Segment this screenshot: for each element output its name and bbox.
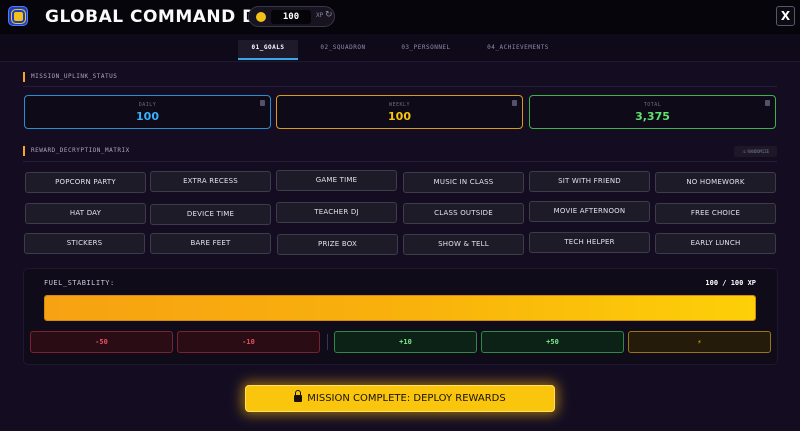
reward-tech-helper[interactable]: TECH HELPER xyxy=(529,232,650,253)
divider xyxy=(23,86,777,87)
close-button[interactable]: X xyxy=(776,6,795,26)
tab-personnel[interactable]: 03_PERSONNEL xyxy=(390,40,462,60)
reset-icon[interactable]: ↻ xyxy=(325,10,333,20)
reward-show-and-tell[interactable]: SHOW & TELL xyxy=(403,234,524,255)
reward-stickers[interactable]: STICKERS xyxy=(24,233,145,254)
bolt-icon[interactable]: ⚡ xyxy=(628,331,771,353)
reward-sit-with-friend[interactable]: SIT WITH FRIEND xyxy=(529,171,650,192)
xp-unit-label: XP xyxy=(316,12,324,19)
tab-squadron[interactable]: 02_SQUADRON xyxy=(310,40,376,60)
save-icon xyxy=(765,100,770,106)
reward-class-outside[interactable]: CLASS OUTSIDE xyxy=(403,203,524,224)
fuel-progress-fill xyxy=(45,296,755,320)
reward-teacher-dj[interactable]: TEACHER DJ xyxy=(276,202,397,223)
reward-free-choice[interactable]: FREE CHOICE xyxy=(655,203,776,224)
divider xyxy=(23,161,777,162)
chip-logo-icon xyxy=(8,6,28,26)
tab-bar: 01_GOALS 02_SQUADRON 03_PERSONNEL 04_ACH… xyxy=(0,34,800,62)
weekly-stat-card: WEEKLY 100 xyxy=(276,95,523,129)
top-bar: GLOBAL COMMAND DECK 100 XP ↻ X xyxy=(0,0,800,34)
xp-value: 100 xyxy=(271,10,311,24)
reward-popcorn-party[interactable]: POPCORN PARTY xyxy=(25,172,146,193)
deploy-rewards-button[interactable]: MISSION COMPLETE: DEPLOY REWARDS xyxy=(245,385,555,412)
total-label: TOTAL xyxy=(643,102,662,108)
weekly-value: 100 xyxy=(388,110,411,123)
weekly-label: WEEKLY xyxy=(388,102,411,108)
minus-50-button[interactable]: -50 xyxy=(30,331,173,353)
reward-game-time[interactable]: GAME TIME xyxy=(276,170,397,191)
fuel-progress-bar xyxy=(44,295,756,321)
reward-music-in-class[interactable]: MUSIC IN CLASS xyxy=(403,172,524,193)
fuel-label: FUEL_STABILITY: xyxy=(44,279,115,287)
reward-prize-box[interactable]: PRIZE BOX xyxy=(277,234,398,255)
total-stat-card: TOTAL 3,375 xyxy=(529,95,776,129)
deploy-rewards-label: MISSION COMPLETE: DEPLOY REWARDS xyxy=(307,393,506,404)
total-value: 3,375 xyxy=(635,110,670,123)
tab-goals[interactable]: 01_GOALS xyxy=(238,40,298,60)
tab-achievements[interactable]: 04_ACHIEVEMENTS xyxy=(476,40,560,60)
plus-10-button[interactable]: +10 xyxy=(334,331,477,353)
randomize-button[interactable]: ⤨ RANDOMIZE xyxy=(734,146,777,157)
save-icon xyxy=(260,100,265,106)
mission-status-heading: MISSION_UPLINK_STATUS xyxy=(23,72,117,82)
daily-value: 100 xyxy=(136,110,159,123)
reward-bare-feet[interactable]: BARE FEET xyxy=(150,233,271,254)
reward-no-homework[interactable]: NO HOMEWORK xyxy=(655,172,776,193)
reward-device-time[interactable]: DEVICE TIME xyxy=(150,204,271,225)
coin-icon xyxy=(256,12,266,22)
daily-label: DAILY xyxy=(138,102,157,108)
reward-extra-recess[interactable]: EXTRA RECESS xyxy=(150,171,271,192)
save-icon xyxy=(512,100,517,106)
xp-counter: 100 XP ↻ xyxy=(248,6,335,27)
reward-early-lunch[interactable]: EARLY LUNCH xyxy=(655,233,776,254)
plus-50-button[interactable]: +50 xyxy=(481,331,624,353)
lock-icon xyxy=(294,390,303,402)
fuel-readout: 100 / 100 XP xyxy=(705,279,756,287)
reward-matrix-heading: REWARD_DECRYPTION_MATRIX xyxy=(23,146,130,156)
daily-stat-card: DAILY 100 xyxy=(24,95,271,129)
reward-movie-afternoon[interactable]: MOVIE AFTERNOON xyxy=(529,201,650,222)
reward-hat-day[interactable]: HAT DAY xyxy=(25,203,146,224)
button-divider xyxy=(327,334,328,350)
minus-10-button[interactable]: -10 xyxy=(177,331,320,353)
